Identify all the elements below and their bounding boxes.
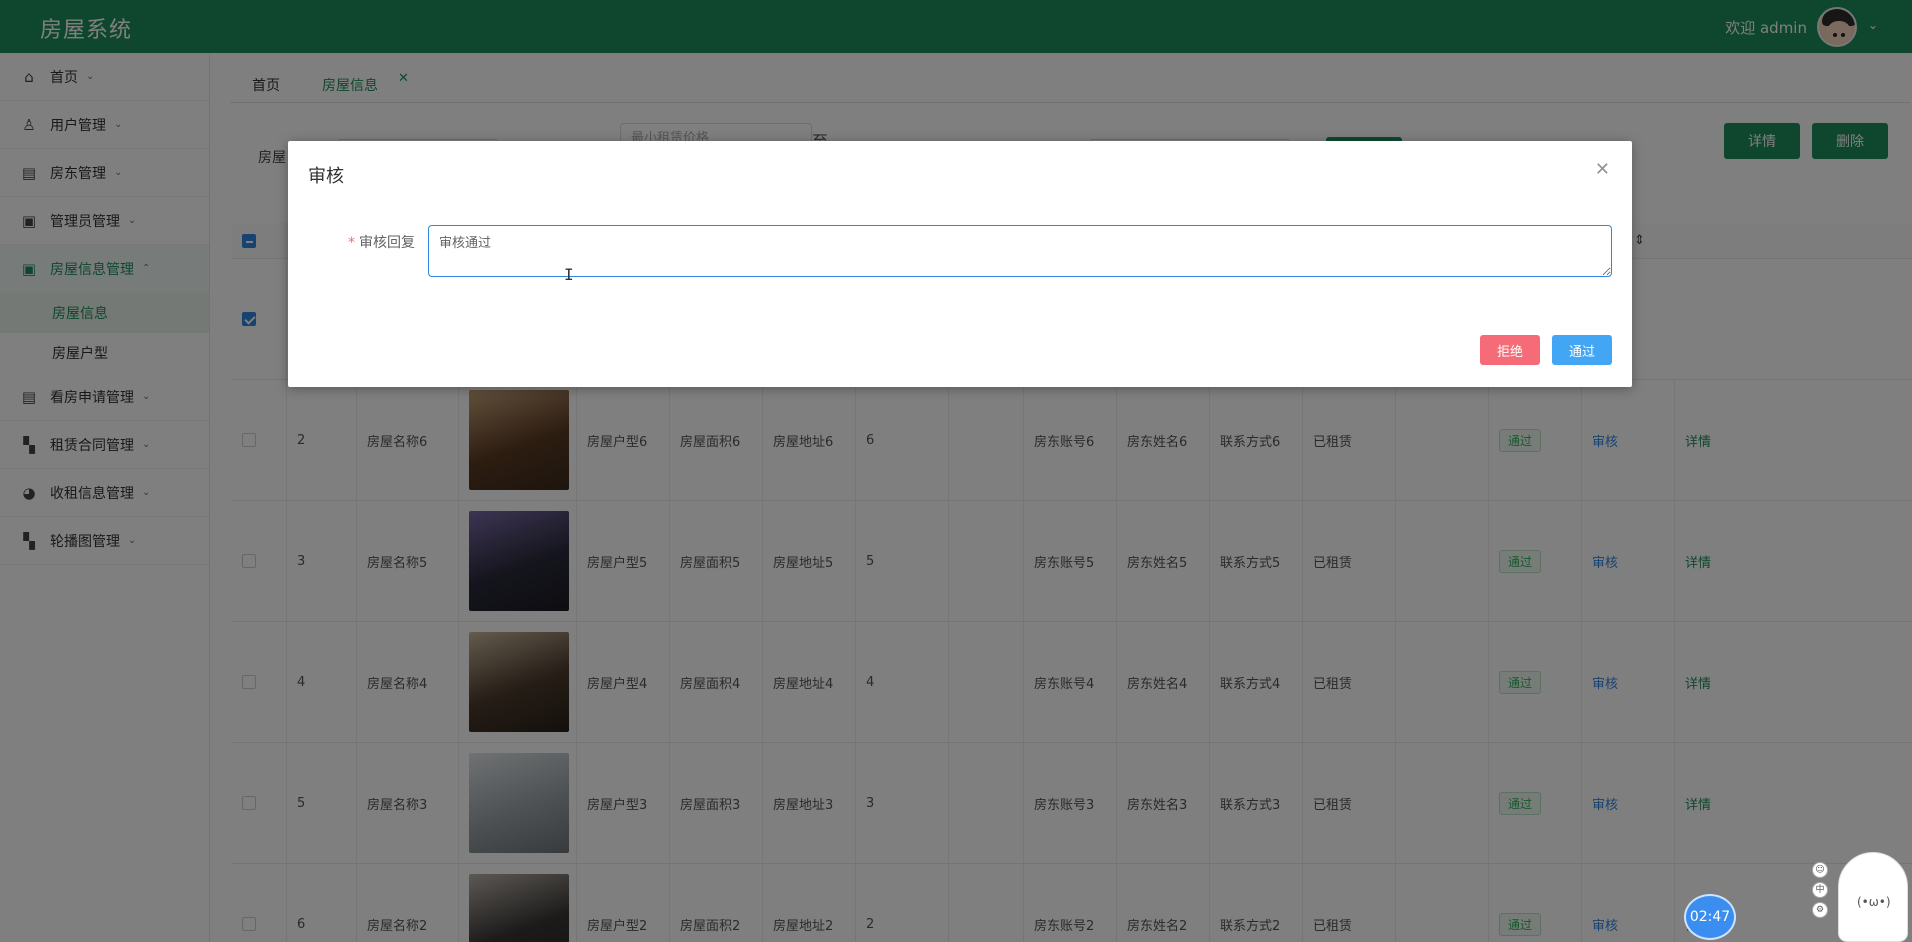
reject-button[interactable]: 拒绝 bbox=[1480, 335, 1540, 365]
audit-dialog: 审核 ✕ *审核回复 I 拒绝 通过 bbox=[288, 141, 1632, 387]
close-icon[interactable]: ✕ bbox=[1595, 159, 1610, 180]
audit-reply-label: * 审核回复 bbox=[348, 235, 415, 251]
pass-button[interactable]: 通过 bbox=[1552, 335, 1612, 365]
dialog-title: 审核 bbox=[308, 166, 344, 187]
language-icon[interactable]: 中 bbox=[1812, 882, 1828, 898]
text-cursor-icon: I bbox=[564, 265, 574, 284]
settings-icon[interactable]: ⚙ bbox=[1812, 902, 1828, 918]
assistant-tools: ☺ 中 ⚙ bbox=[1812, 862, 1832, 922]
emoji-icon[interactable]: ☺ bbox=[1812, 862, 1828, 878]
audit-reply-textarea[interactable] bbox=[428, 225, 1612, 277]
timer-badge[interactable]: 02:47 bbox=[1684, 894, 1736, 940]
mascot-widget[interactable]: (•ω•) bbox=[1838, 852, 1908, 942]
